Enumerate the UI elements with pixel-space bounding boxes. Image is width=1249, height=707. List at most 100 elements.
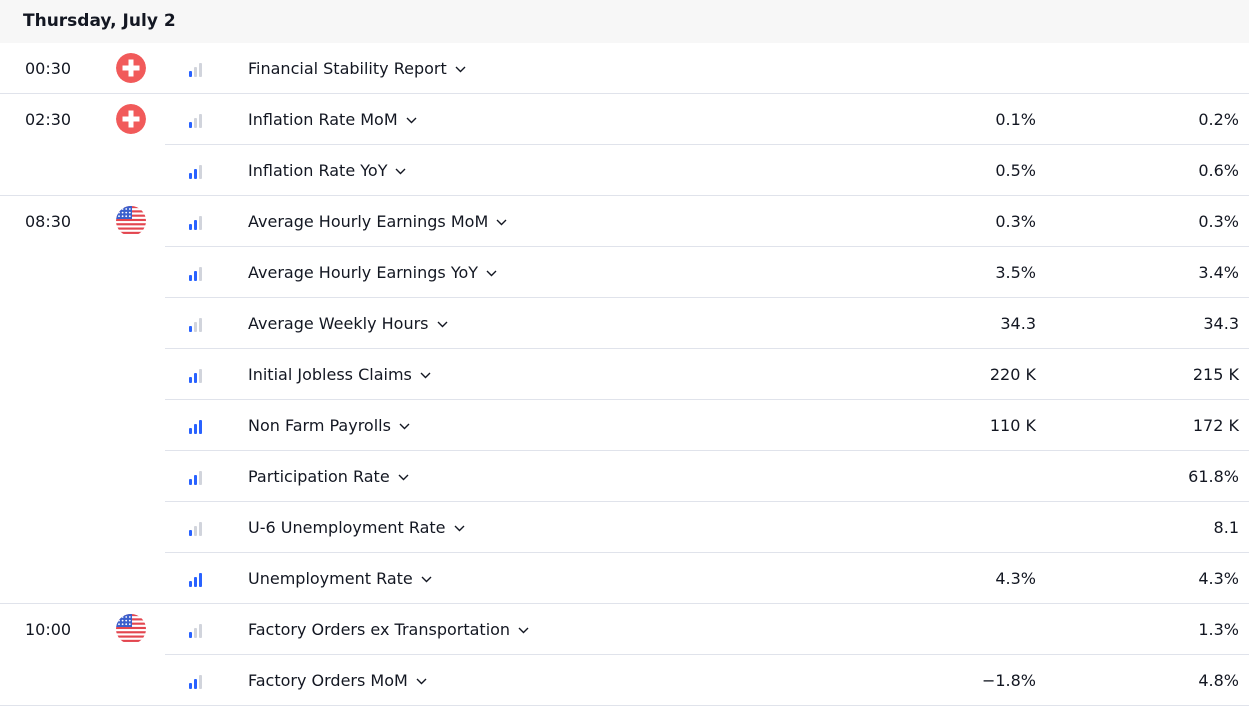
event-title[interactable]: Participation Rate [248,451,409,503]
event-row[interactable]: Participation Rate 61.8% [0,451,1249,502]
event-row[interactable]: 10:00 Factory Orders ex Transportation 1.… [0,604,1249,655]
chevron-down-icon[interactable] [416,656,427,707]
event-row[interactable]: 08:30 Average Hourly Earnings MoM 0.3% 0.3… [0,196,1249,247]
value-col1: −1.8% [981,671,1036,690]
importance-icon [189,367,205,383]
event-title-label: Factory Orders ex Transportation [248,620,511,639]
time-group: 10:00 Factory Orders ex Transportation 1.… [0,604,1249,706]
event-row[interactable]: Average Weekly Hours 34.3 34.3 [0,298,1249,349]
event-title[interactable]: Non Farm Payrolls [248,400,410,452]
chevron-down-icon[interactable] [421,554,432,605]
event-title-label: Inflation Rate MoM [248,110,398,129]
event-title[interactable]: Average Hourly Earnings MoM [248,196,507,248]
event-title-label: Average Weekly Hours [248,314,429,333]
time-group: 02:30 Inflation Rate MoM 0.1% 0.2% Inflatio… [0,94,1249,196]
event-title[interactable]: Inflation Rate MoM [248,94,417,146]
chevron-down-icon[interactable] [486,248,497,299]
importance-icon [189,622,205,638]
event-row[interactable]: Unemployment Rate 4.3% 4.3% [0,553,1249,604]
event-title-label: Initial Jobless Claims [248,365,412,384]
event-title-label: Average Hourly Earnings MoM [248,212,489,231]
importance-icon [189,163,205,179]
chevron-down-icon[interactable] [406,95,417,146]
event-title-label: Financial Stability Report [248,59,447,78]
event-row[interactable]: Inflation Rate YoY 0.5% 0.6% [0,145,1249,196]
chevron-down-icon[interactable] [454,503,465,554]
event-row[interactable]: Initial Jobless Claims 220 K 215 K [0,349,1249,400]
importance-icon [189,112,205,128]
time-group: 00:30 Financial Stability Report [0,43,1249,94]
event-row[interactable]: 02:30 Inflation Rate MoM 0.1% 0.2% [0,94,1249,145]
event-title[interactable]: Unemployment Rate [248,553,432,605]
day-header: Thursday, July 2 [0,0,1249,43]
time-group: 08:30 Average Hourly Earnings MoM 0.3% 0.3… [0,196,1249,604]
us-flag-icon [116,614,146,644]
event-row[interactable]: U-6 Unemployment Rate 8.1 [0,502,1249,553]
value-col1: 0.5% [995,161,1036,180]
value-col2: 0.2% [1198,110,1239,129]
importance-icon [189,316,205,332]
event-title-label: Unemployment Rate [248,569,413,588]
event-row[interactable]: Non Farm Payrolls 110 K 172 K [0,400,1249,451]
switzerland-flag-icon [116,53,146,83]
event-title[interactable]: Initial Jobless Claims [248,349,431,401]
importance-icon [189,265,205,281]
importance-icon [189,469,205,485]
importance-icon [189,571,205,587]
value-col2: 1.3% [1198,620,1239,639]
value-col2: 4.8% [1198,671,1239,690]
value-col1: 220 K [989,365,1036,384]
value-col2: 8.1 [1213,518,1239,537]
event-title[interactable]: Factory Orders ex Transportation [248,604,529,656]
value-col2: 61.8% [1188,467,1239,486]
us-flag-icon [116,206,146,236]
importance-icon [189,673,205,689]
importance-icon [189,418,205,434]
events-list: 00:30 Financial Stability Report 02:30 In… [0,43,1249,706]
importance-icon [189,520,205,536]
event-title[interactable]: Factory Orders MoM [248,655,427,707]
value-col2: 4.3% [1198,569,1239,588]
value-col1: 4.3% [995,569,1036,588]
value-col1: 3.5% [995,263,1036,282]
event-title-label: Participation Rate [248,467,390,486]
value-col1: 0.3% [995,212,1036,231]
event-title[interactable]: Average Hourly Earnings YoY [248,247,497,299]
event-time: 02:30 [25,110,72,129]
event-title-label: Factory Orders MoM [248,671,408,690]
chevron-down-icon[interactable] [398,452,409,503]
event-title-label: Non Farm Payrolls [248,416,391,435]
chevron-down-icon[interactable] [437,299,448,350]
value-col2: 0.6% [1198,161,1239,180]
chevron-down-icon[interactable] [395,146,406,197]
chevron-down-icon[interactable] [455,44,466,95]
chevron-down-icon[interactable] [420,350,431,401]
value-col2: 0.3% [1198,212,1239,231]
value-col1: 110 K [989,416,1036,435]
chevron-down-icon[interactable] [496,197,507,248]
event-row[interactable]: 00:30 Financial Stability Report [0,43,1249,94]
event-title-label: Inflation Rate YoY [248,161,388,180]
event-title-label: Average Hourly Earnings YoY [248,263,479,282]
switzerland-flag-icon [116,104,146,134]
event-title[interactable]: Average Weekly Hours [248,298,448,350]
value-col2: 172 K [1192,416,1239,435]
row-divider [0,705,1249,706]
event-time: 00:30 [25,59,72,78]
value-col2: 215 K [1192,365,1239,384]
value-col1: 34.3 [1000,314,1036,333]
importance-icon [189,214,205,230]
event-title[interactable]: Inflation Rate YoY [248,145,406,197]
event-time: 08:30 [25,212,72,231]
event-row[interactable]: Average Hourly Earnings YoY 3.5% 3.4% [0,247,1249,298]
event-time: 10:00 [25,620,72,639]
event-title-label: U-6 Unemployment Rate [248,518,446,537]
event-title[interactable]: U-6 Unemployment Rate [248,502,465,554]
event-row[interactable]: Factory Orders MoM −1.8% 4.8% [0,655,1249,706]
value-col2: 34.3 [1203,314,1239,333]
chevron-down-icon[interactable] [399,401,410,452]
importance-icon [189,61,205,77]
chevron-down-icon[interactable] [518,605,529,656]
value-col1: 0.1% [995,110,1036,129]
event-title[interactable]: Financial Stability Report [248,43,466,95]
